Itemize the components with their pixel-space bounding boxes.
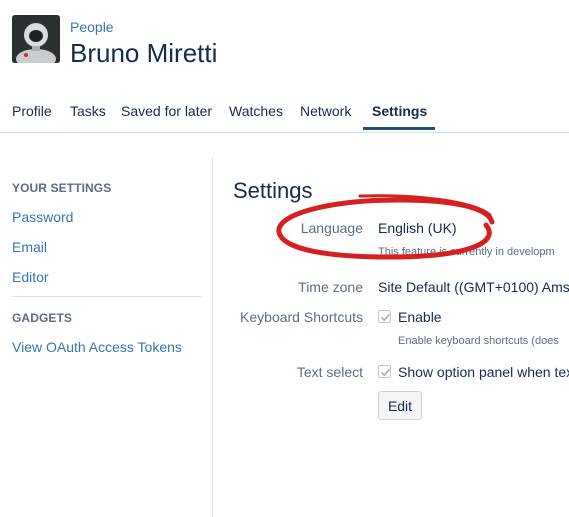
keyboard-shortcuts-hint: Enable keyboard shortcuts (does — [398, 335, 559, 347]
tab-bar: Profile Tasks Saved for later Watches Ne… — [0, 96, 569, 132]
avatar — [12, 15, 60, 63]
checkmark-icon — [380, 368, 391, 377]
keyboard-shortcuts-checkbox-label: Enable — [398, 309, 442, 325]
page-title: Bruno Miretti — [70, 38, 218, 68]
breadcrumb[interactable]: People — [70, 19, 114, 35]
timezone-label: Time zone — [298, 279, 363, 295]
sidebar: YOUR SETTINGS Password Email Editor GADG… — [0, 140, 212, 517]
text-select-checkbox[interactable] — [378, 365, 391, 378]
tab-tasks[interactable]: Tasks — [70, 103, 106, 119]
sidebar-item-password[interactable]: Password — [12, 209, 73, 225]
sidebar-vertical-divider — [212, 157, 213, 517]
language-hint: This feature is currently in developm — [378, 246, 555, 258]
language-label: Language — [300, 220, 363, 236]
tab-profile[interactable]: Profile — [12, 103, 52, 119]
language-value: English (UK) — [378, 220, 457, 236]
tabs-divider — [0, 132, 569, 133]
edit-button[interactable]: Edit — [378, 391, 422, 420]
sidebar-divider — [12, 296, 202, 297]
sidebar-heading-gadgets: GADGETS — [12, 311, 73, 325]
keyboard-shortcuts-label: Keyboard Shortcuts — [240, 309, 363, 325]
tab-watches[interactable]: Watches — [229, 103, 283, 119]
tab-settings[interactable]: Settings — [372, 103, 427, 119]
active-tab-indicator — [363, 127, 435, 130]
text-select-label: Text select — [296, 364, 363, 380]
sidebar-heading-your-settings: YOUR SETTINGS — [12, 181, 112, 195]
sidebar-item-view-oauth-access-tokens[interactable]: View OAuth Access Tokens — [12, 339, 182, 355]
keyboard-shortcuts-checkbox[interactable] — [378, 310, 391, 323]
sidebar-item-email[interactable]: Email — [12, 239, 47, 255]
timezone-value: Site Default ((GMT+0100) Amst — [378, 279, 569, 295]
tab-saved-for-later[interactable]: Saved for later — [121, 103, 212, 119]
tab-network[interactable]: Network — [300, 103, 351, 119]
settings-title: Settings — [233, 178, 313, 203]
checkmark-icon — [380, 313, 391, 322]
sidebar-item-editor[interactable]: Editor — [12, 269, 49, 285]
text-select-checkbox-label: Show option panel when tex — [398, 364, 569, 380]
